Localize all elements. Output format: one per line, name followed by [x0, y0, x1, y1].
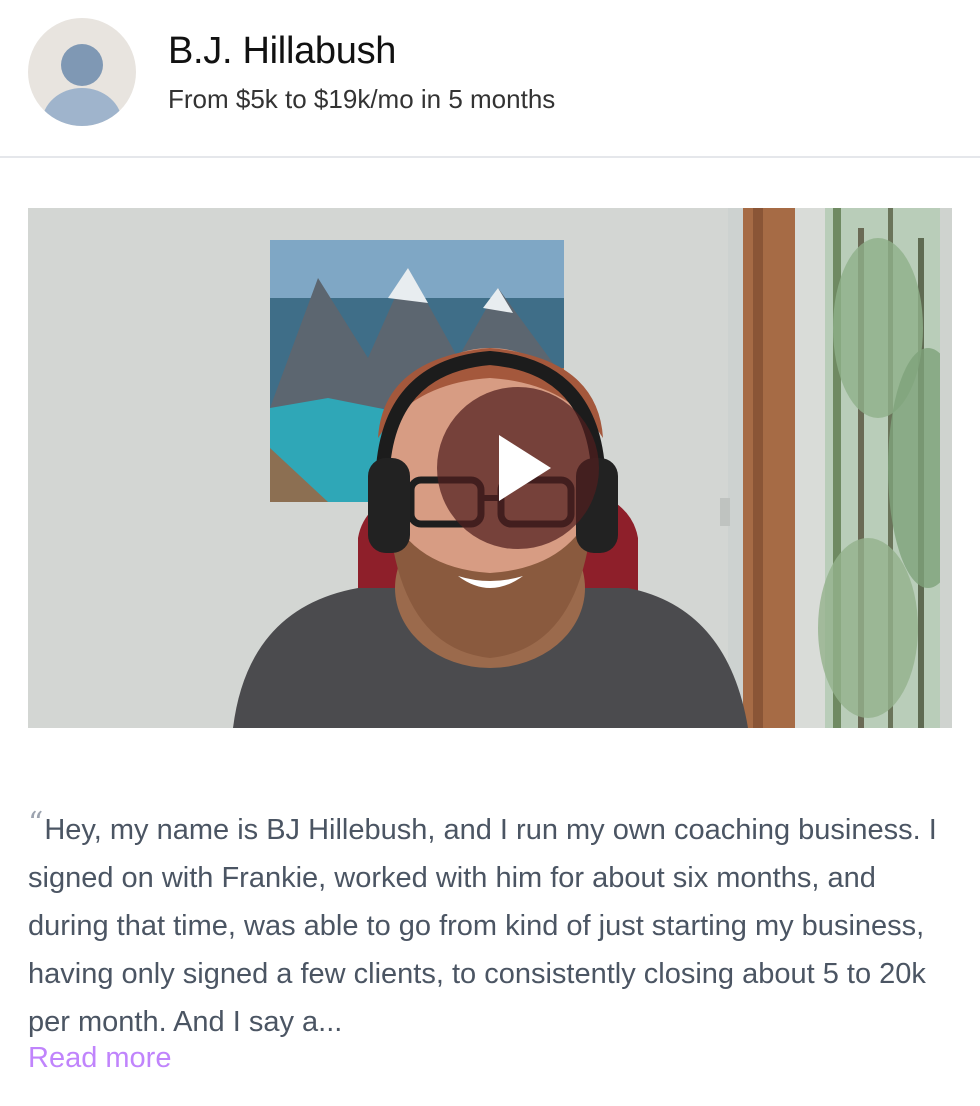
play-icon [499, 435, 551, 501]
person-name: B.J. Hillabush [168, 30, 397, 72]
testimonial-quote: “Hey, my name is BJ Hillebush, and I run… [28, 800, 938, 1046]
result-tagline: From $5k to $19k/mo in 5 months [168, 84, 556, 114]
read-more-link[interactable]: Read more [28, 1042, 171, 1075]
video-player[interactable] [28, 208, 952, 728]
user-avatar-icon [28, 18, 136, 126]
testimonial-text: Hey, my name is BJ Hillebush, and I run … [28, 814, 937, 1038]
play-button[interactable] [437, 387, 599, 549]
open-quote-mark: “ [28, 806, 44, 841]
testimonial-header: B.J. Hillabush From $5k to $19k/mo in 5 … [0, 0, 980, 158]
